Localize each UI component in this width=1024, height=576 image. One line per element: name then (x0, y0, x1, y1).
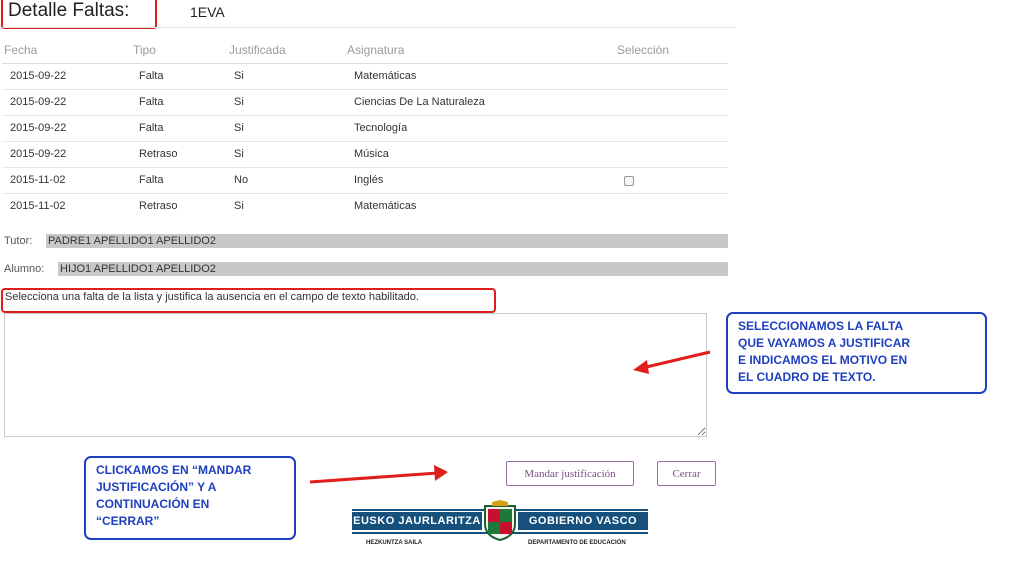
callout-line: EL CUADRO DE TEXTO. (738, 370, 876, 384)
callout-line: “CERRAR” (96, 514, 160, 528)
callout-line: SELECCIONAMOS LA FALTA (738, 319, 904, 333)
callout-line: CLICKAMOS EN “MANDAR (96, 463, 252, 477)
left-arrow-icon (309, 465, 448, 484)
callout-line: QUE VAYAMOS A JUSTIFICAR (738, 336, 911, 350)
right-arrow-icon (633, 350, 711, 374)
callout-send-close: CLICKAMOS EN “MANDAR JUSTIFICACIÓN” Y A … (84, 456, 296, 540)
callout-line: JUSTIFICACIÓN” Y A (96, 480, 217, 494)
callout-line: CONTINUACIÓN EN (96, 497, 210, 511)
logo-spanish-name: GOBIERNO VASCO (518, 512, 648, 530)
logo-basque-name: EUSKO JAURLARITZA (352, 512, 482, 530)
callout-select-falta: SELECCIONAMOS LA FALTA QUE VAYAMOS A JUS… (726, 312, 987, 394)
logo-department-basque: HEZKUNTZA SAILA (366, 540, 423, 546)
logo-department-spanish: DEPARTAMENTO DE EDUCACIÓN (528, 540, 626, 546)
callout-line: E INDICAMOS EL MOTIVO EN (738, 353, 908, 367)
coat-of-arms-icon (484, 500, 516, 542)
